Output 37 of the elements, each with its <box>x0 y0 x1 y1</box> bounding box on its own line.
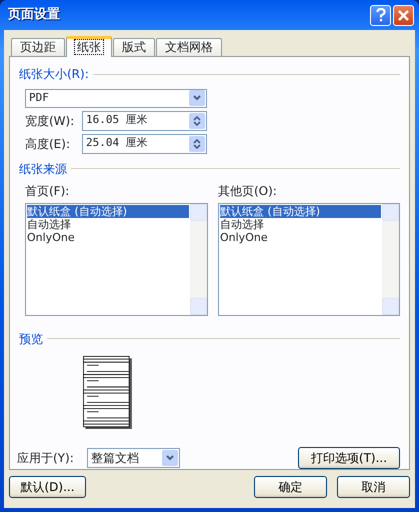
cancel-button[interactable]: 取消 <box>337 476 410 498</box>
spin-arrows-icon <box>193 114 201 126</box>
tab[interactable]: 页边距 <box>11 38 65 56</box>
tab[interactable]: 文档网格 <box>156 38 222 56</box>
ok-button[interactable]: 确定 <box>254 476 327 498</box>
tab[interactable]: 版式 <box>113 38 155 56</box>
paper-size-dropdown[interactable]: PDF <box>25 89 207 108</box>
scroll-up-button[interactable] <box>190 204 207 220</box>
width-spin-field[interactable]: 16.05 厘米 <box>82 110 207 130</box>
tray-list[interactable]: 默认纸盒 (自动选择) 自动选择 OnlyOne <box>218 202 400 316</box>
help-icon <box>376 8 386 22</box>
height-spin-field[interactable]: 25.04 厘米 <box>82 134 207 154</box>
other-pages-label: 其他页(O): <box>218 182 278 200</box>
close-icon <box>398 10 409 20</box>
tab[interactable]: 纸张 <box>66 36 112 57</box>
apply-to-label: 应用于(Y): <box>17 450 75 467</box>
list-item[interactable]: 自动选择 <box>27 218 189 230</box>
section-heading: 纸张大小(R): <box>19 66 89 83</box>
spin-arrows-icon <box>193 138 201 150</box>
close-button[interactable] <box>393 4 414 26</box>
list-item[interactable]: 默认纸盒 (自动选择) <box>220 204 381 218</box>
list-item[interactable]: OnlyOne <box>220 230 381 244</box>
list-item[interactable]: OnlyOne <box>27 230 189 244</box>
apply-to-dropdown[interactable]: 整篇文档 <box>87 448 180 468</box>
print-options-button[interactable]: 打印选项(T)... <box>298 447 400 469</box>
tray-list[interactable]: 默认纸盒 (自动选择) 自动选择 OnlyOne <box>25 202 208 316</box>
section-heading: 预览 <box>19 330 43 348</box>
window-title: 页面设置 <box>8 6 61 24</box>
default-button[interactable]: 默认(D)... <box>9 476 86 498</box>
help-button[interactable] <box>370 4 391 26</box>
section-heading: 纸张来源 <box>19 160 67 178</box>
height-label: 高度(E): <box>25 136 71 152</box>
scroll-up-button[interactable] <box>382 204 399 220</box>
width-label: 宽度(W): <box>25 112 76 130</box>
list-item[interactable]: 默认纸盒 (自动选择) <box>27 204 189 218</box>
first-page-label: 首页(F): <box>25 182 70 200</box>
list-item[interactable]: 自动选择 <box>220 218 381 230</box>
